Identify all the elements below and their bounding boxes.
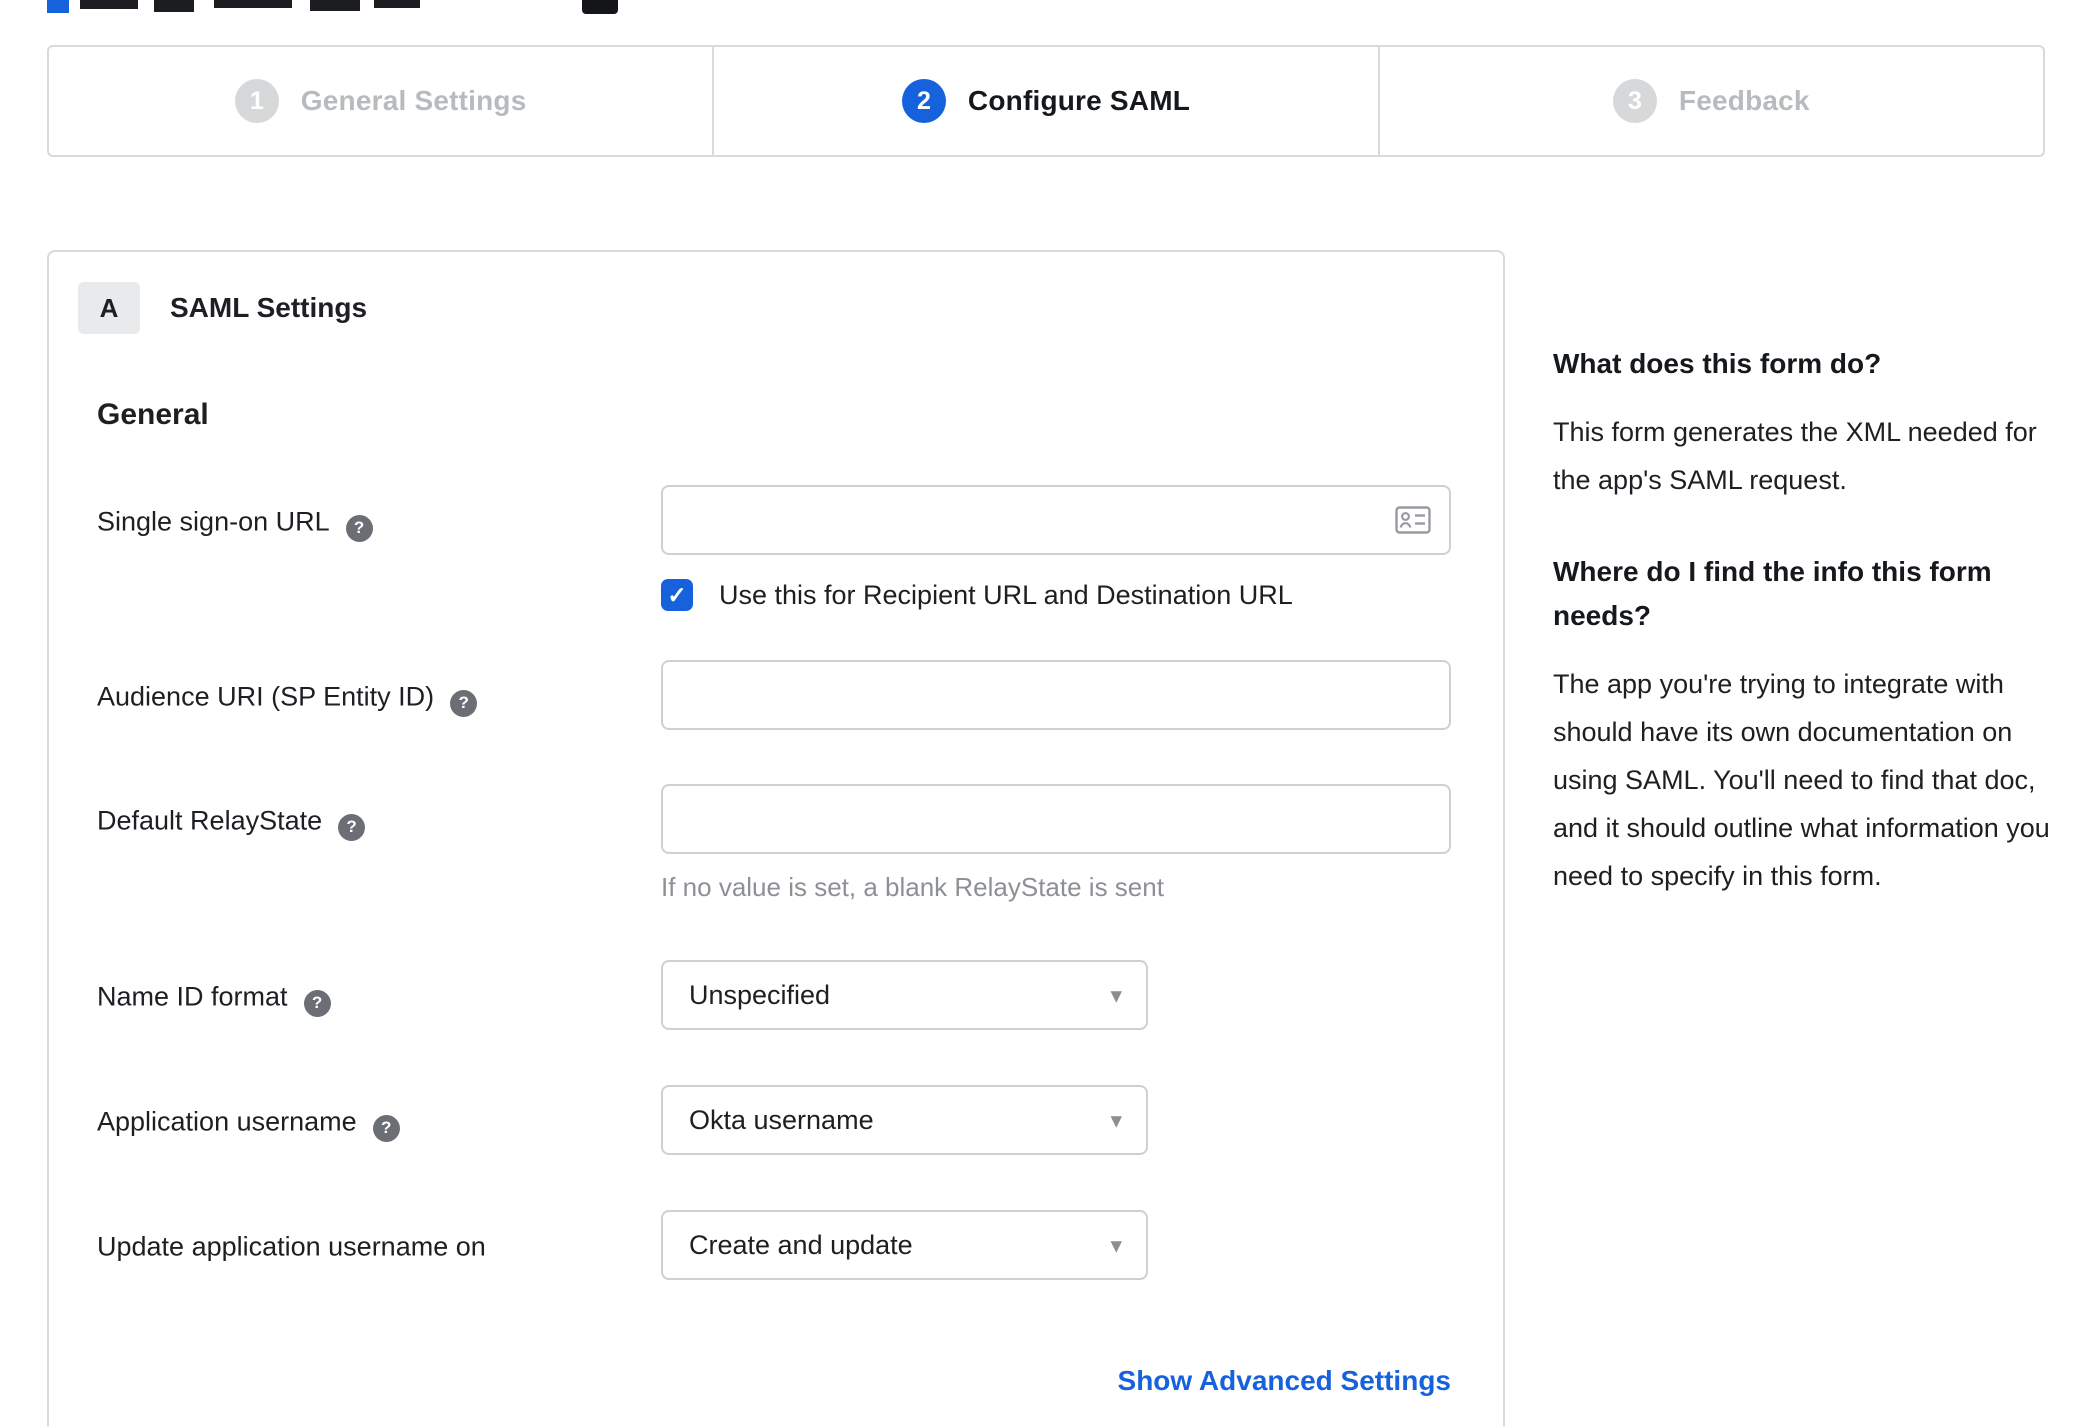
sso-checkbox-row: ✓ Use this for Recipient URL and Destina… [661, 579, 1499, 611]
form-row-audience: Audience URI (SP Entity ID)? [49, 660, 1503, 730]
sso-label-cell: Single sign-on URL? [97, 485, 661, 611]
clipped-title-fragment [154, 0, 194, 12]
help-icon[interactable]: ? [372, 1114, 400, 1142]
help-icon[interactable]: ? [345, 514, 373, 542]
audience-field-cell [661, 660, 1499, 730]
relaystate-helper-text: If no value is set, a blank RelayState i… [661, 872, 1164, 902]
relaystate-field-cell: If no value is set, a blank RelayState i… [661, 784, 1499, 903]
contact-card-icon [1395, 506, 1431, 534]
step-label: Feedback [1678, 85, 1810, 116]
form-row-update-username: Update application username on Create an… [49, 1210, 1503, 1280]
relaystate-input[interactable] [661, 784, 1451, 854]
step-general-settings[interactable]: 1 General Settings [49, 47, 712, 155]
sidebar-answer-1: This form generates the XML needed for t… [1553, 417, 2037, 495]
step-feedback[interactable]: 3 Feedback [1377, 47, 2043, 155]
clipped-logo-fragment [47, 0, 69, 13]
general-section-heading: General [97, 398, 209, 431]
help-icon[interactable]: ? [303, 989, 331, 1017]
help-icon[interactable]: ? [450, 689, 478, 717]
step-label: General Settings [300, 85, 527, 116]
select-value: Okta username [689, 1104, 874, 1135]
recipient-url-checkbox[interactable]: ✓ [661, 579, 693, 611]
clipped-title-fragment [374, 0, 420, 8]
appusername-label-cell: Application username? [97, 1085, 661, 1155]
appusername-field-cell: Okta username ▾ [661, 1085, 1499, 1155]
form-row-appusername: Application username? Okta username ▾ [49, 1085, 1503, 1155]
clipped-title-fragment [80, 0, 138, 9]
saml-settings-panel: A SAML Settings General Single sign-on U… [47, 250, 1505, 1426]
help-sidebar: What does this form do? This form genera… [1553, 250, 2051, 900]
select-value: Unspecified [689, 979, 831, 1010]
sso-input-wrap [661, 485, 1451, 555]
chevron-down-icon: ▾ [1110, 1106, 1122, 1133]
step-number-badge: 1 [234, 79, 279, 123]
clipped-title-fragment [214, 0, 292, 8]
appusername-label: Application username [97, 1106, 357, 1137]
sso-label: Single sign-on URL [97, 506, 330, 537]
update-username-field-cell: Create and update ▾ [661, 1210, 1499, 1280]
form-row-nameid: Name ID format? Unspecified ▾ [49, 960, 1503, 1030]
step-number-badge: 2 [901, 79, 946, 123]
nameid-field-cell: Unspecified ▾ [661, 960, 1499, 1030]
chevron-down-icon: ▾ [1110, 981, 1122, 1008]
configure-saml-page: 1 General Settings 2 Configure SAML 3 Fe… [0, 0, 2092, 1426]
panel-title: SAML Settings [170, 292, 368, 323]
sidebar-question-2: Where do I find the info this form needs… [1553, 556, 1992, 631]
audience-label-cell: Audience URI (SP Entity ID)? [97, 660, 661, 730]
step-label: Configure SAML [967, 85, 1191, 116]
name-id-format-select[interactable]: Unspecified ▾ [661, 960, 1148, 1030]
relaystate-label: Default RelayState [97, 805, 323, 836]
audience-label: Audience URI (SP Entity ID) [97, 681, 435, 712]
update-username-label: Update application username on [97, 1231, 486, 1262]
step-number-badge: 3 [1612, 79, 1657, 123]
advanced-settings-row: Show Advanced Settings [49, 1365, 1451, 1397]
update-username-select[interactable]: Create and update ▾ [661, 1210, 1148, 1280]
form-row-relaystate: Default RelayState? If no value is set, … [49, 784, 1503, 903]
sso-field-cell: ✓ Use this for Recipient URL and Destina… [661, 485, 1499, 611]
sidebar-question-1: What does this form do? [1553, 348, 1882, 379]
section-a-badge: A [78, 282, 140, 334]
nameid-label: Name ID format [97, 981, 288, 1012]
sidebar-answer-2: The app you're trying to integrate with … [1553, 669, 2050, 891]
help-icon[interactable]: ? [338, 813, 366, 841]
clipped-title-fragment [310, 0, 360, 11]
show-advanced-settings-link[interactable]: Show Advanced Settings [1118, 1365, 1451, 1396]
chevron-down-icon: ▾ [1110, 1231, 1122, 1258]
step-configure-saml[interactable]: 2 Configure SAML [712, 47, 1377, 155]
recipient-url-checkbox-label[interactable]: Use this for Recipient URL and Destinati… [719, 580, 1293, 611]
select-value: Create and update [689, 1229, 913, 1260]
nameid-label-cell: Name ID format? [97, 960, 661, 1030]
application-username-select[interactable]: Okta username ▾ [661, 1085, 1148, 1155]
panel-header: A SAML Settings [78, 282, 1503, 334]
update-username-label-cell: Update application username on [97, 1210, 661, 1280]
sso-url-input[interactable] [661, 485, 1451, 555]
relaystate-label-cell: Default RelayState? [97, 784, 661, 903]
wizard-stepper: 1 General Settings 2 Configure SAML 3 Fe… [47, 45, 2045, 157]
audience-uri-input[interactable] [661, 660, 1451, 730]
form-row-sso: Single sign-on URL? ✓ Use this for Recip… [49, 485, 1503, 611]
clipped-header-icon [582, 0, 618, 14]
